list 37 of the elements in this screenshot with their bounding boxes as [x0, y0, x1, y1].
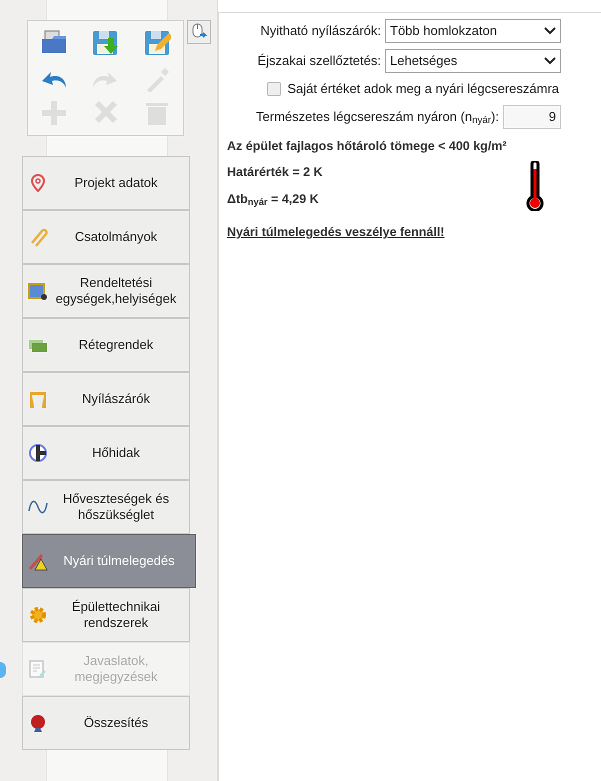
nav-button[interactable]: Hőhidak — [22, 426, 190, 480]
save-edit-icon[interactable] — [143, 28, 172, 57]
field-label: Éjszakai szellőztetés: — [257, 52, 381, 70]
nav-button[interactable]: Csatolmányok — [22, 210, 190, 264]
nav-button[interactable]: Összesítés — [22, 696, 190, 750]
nav-button[interactable]: Épülettechnikai rendszerek — [22, 588, 190, 642]
nav-button[interactable]: Nyílászárók — [22, 372, 190, 426]
field-label: Természetes légcsereszám nyáron (n$_{nyár}$): — [256, 108, 499, 126]
warning-icon — [28, 551, 48, 571]
warning-message: Nyári túlmelegedés veszélye fennáll! — [227, 224, 446, 241]
paperclip-icon — [28, 227, 48, 247]
nav-button[interactable]: Projekt adatok — [22, 156, 190, 210]
pin-icon — [28, 173, 48, 193]
thermometer-icon — [526, 160, 544, 210]
gear-icon — [28, 605, 48, 625]
result-text: Δtb$_{nyár}$ = 4,29 K — [227, 191, 320, 209]
dropdown[interactable]: Több homlokzaton — [385, 19, 561, 43]
chevron-down-icon — [544, 27, 556, 35]
checkbox-label: Saját értéket adok meg a nyári légcsereszámra — [287, 80, 559, 98]
nav-button[interactable]: Rétegrendek — [22, 318, 190, 372]
field-label: Nyitható nyílászárók: — [260, 22, 381, 40]
floor-plan-icon — [28, 281, 48, 301]
note-icon — [28, 659, 48, 679]
result-text: Az épület fajlagos hőtároló tömege < 400 kg/m² — [227, 138, 508, 155]
curtain-icon — [28, 389, 48, 409]
half-circle-icon — [28, 443, 48, 463]
dropdown[interactable]: Lehetséges — [385, 49, 561, 73]
mouse-icon[interactable] — [187, 20, 211, 44]
number-field[interactable]: 9 — [503, 104, 561, 128]
seal-icon — [28, 713, 48, 733]
result-text: Határérték = 2 K — [227, 164, 324, 182]
info-icon[interactable] — [0, 662, 6, 678]
nav-button[interactable]: Hőveszteségek és hőszükséglet — [22, 480, 190, 534]
checkbox[interactable] — [267, 82, 282, 96]
save-icon[interactable] — [91, 28, 120, 57]
chevron-down-icon — [544, 57, 556, 65]
nav-button[interactable]: Rendeltetési egységek,helyiségek — [22, 264, 190, 318]
